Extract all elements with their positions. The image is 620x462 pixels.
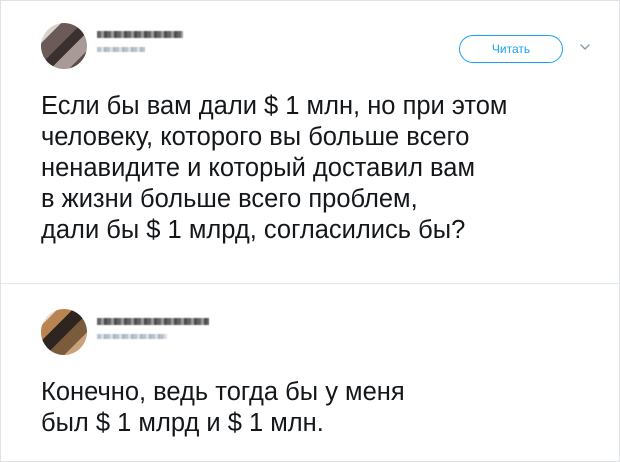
blurred-user-handle[interactable]	[97, 47, 145, 52]
tweet-divider	[1, 283, 619, 284]
avatar-icon[interactable]	[41, 23, 87, 69]
blurred-display-name[interactable]	[97, 318, 209, 325]
chevron-down-icon[interactable]	[579, 41, 591, 53]
tweet-card: Читать Если бы вам дали $ 1 млн, но при …	[1, 1, 619, 283]
blurred-display-name[interactable]	[97, 31, 183, 38]
avatar-icon[interactable]	[41, 309, 87, 355]
reply-text: Конечно, ведь тогда бы у меня был $ 1 мл…	[41, 378, 405, 437]
follow-button[interactable]: Читать	[459, 35, 563, 63]
tweet-text: Если бы вам дали $ 1 млн, но при этом че…	[41, 92, 508, 244]
screenshot-frame: Читать Если бы вам дали $ 1 млн, но при …	[0, 0, 620, 462]
blurred-user-handle[interactable]	[97, 334, 167, 339]
